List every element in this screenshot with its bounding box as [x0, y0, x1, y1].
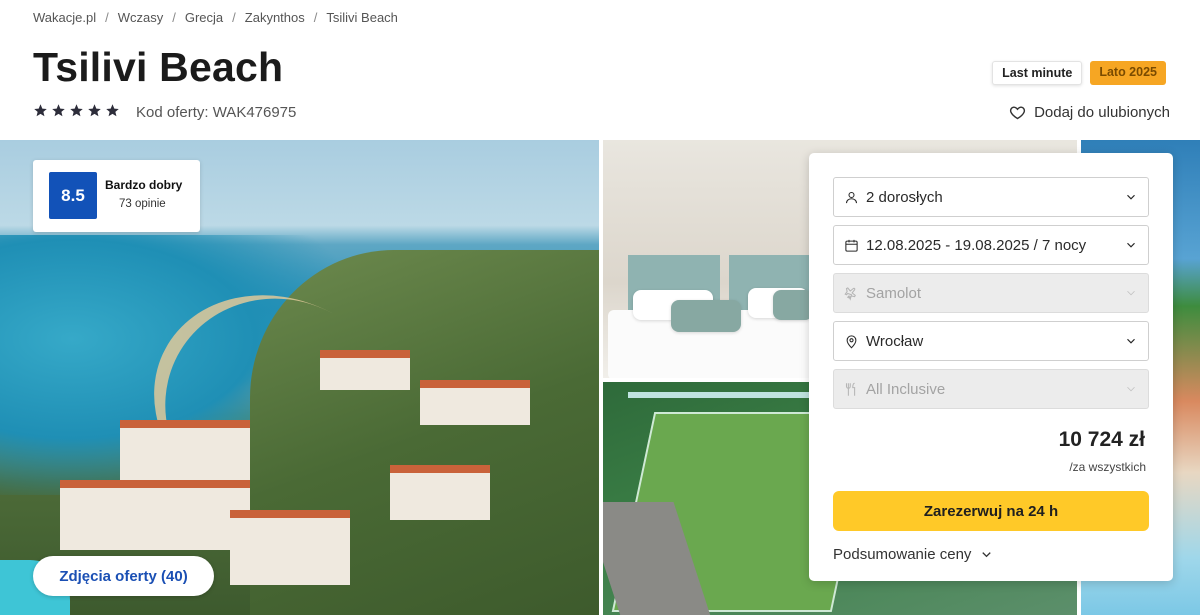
- rating-card[interactable]: 8.5 Bardzo dobry 73 opinie: [33, 160, 200, 232]
- plane-icon: [843, 285, 859, 301]
- chevron-down-icon: [1124, 238, 1138, 252]
- price-summary-label: Podsumowanie ceny: [833, 546, 972, 563]
- breadcrumb-item-region[interactable]: Zakynthos: [245, 10, 305, 25]
- total-price: 10 724 zł: [1058, 428, 1145, 451]
- reserve-button[interactable]: Zarezerwuj na 24 h: [833, 491, 1149, 531]
- board-value: All Inclusive: [866, 380, 946, 398]
- departure-value: Wrocław: [866, 332, 924, 350]
- person-icon: [843, 189, 859, 205]
- chevron-down-icon: [1124, 286, 1138, 300]
- transport-select: Samolot: [833, 273, 1149, 313]
- breadcrumb-item-wczasy[interactable]: Wczasy: [118, 10, 164, 25]
- price-summary-toggle[interactable]: Podsumowanie ceny: [833, 546, 994, 563]
- rating-label: Bardzo dobry: [105, 178, 183, 192]
- chevron-down-icon: [1124, 190, 1138, 204]
- star-icon: [34, 104, 47, 117]
- chevron-down-icon: [982, 552, 992, 558]
- add-to-favorites-label: Dodaj do ulubionych: [1034, 104, 1170, 121]
- photo-building: [390, 465, 490, 520]
- season-badge: Lato 2025: [1090, 61, 1166, 85]
- photo-pillow: [773, 290, 813, 320]
- chevron-down-icon: [1124, 382, 1138, 396]
- breadcrumb-item-home[interactable]: Wakacje.pl: [33, 10, 96, 25]
- chevron-down-icon: [1124, 334, 1138, 348]
- dates-select[interactable]: 12.08.2025 - 19.08.2025 / 7 nocy: [833, 225, 1149, 265]
- photo-building: [230, 510, 350, 585]
- travelers-value: 2 dorosłych: [866, 188, 943, 206]
- offer-code: Kod oferty: WAK476975: [136, 104, 297, 121]
- star-icon: [52, 104, 65, 117]
- star-icon: [88, 104, 101, 117]
- add-to-favorites-button[interactable]: Dodaj do ulubionych: [1009, 104, 1170, 121]
- transport-value: Samolot: [866, 284, 922, 302]
- board-select: All Inclusive: [833, 369, 1149, 409]
- offer-badges: Last minute Lato 2025: [992, 61, 1166, 85]
- departure-select[interactable]: Wrocław: [833, 321, 1149, 361]
- calendar-icon: [843, 237, 859, 253]
- breadcrumb-item-country[interactable]: Grecja: [185, 10, 223, 25]
- booking-panel: 2 dorosłych 12.08.2025 - 19.08.2025 / 7 …: [809, 153, 1173, 581]
- star-rating: [33, 103, 120, 118]
- offer-photos-button[interactable]: Zdjęcia oferty (40): [33, 556, 214, 596]
- breadcrumb-separator: /: [232, 10, 236, 25]
- page-title: Tsilivi Beach: [33, 44, 284, 90]
- last-minute-badge: Last minute: [992, 61, 1083, 85]
- travelers-select[interactable]: 2 dorosłych: [833, 177, 1149, 217]
- breadcrumb: Wakacje.pl / Wczasy / Grecja / Zakynthos…: [33, 10, 398, 25]
- breadcrumb-separator: /: [313, 10, 318, 25]
- star-icon: [70, 104, 83, 117]
- location-pin-icon: [843, 333, 859, 349]
- star-icon: [106, 104, 119, 117]
- photo-building: [120, 420, 250, 480]
- cutlery-icon: [843, 381, 859, 397]
- price-note: /za wszystkich: [1069, 460, 1146, 474]
- photo-pillow: [671, 300, 741, 332]
- breadcrumb-item-hotel[interactable]: Tsilivi Beach: [326, 10, 398, 25]
- photo-building: [60, 480, 250, 550]
- rating-score: 8.5: [49, 172, 97, 219]
- dates-value: 12.08.2025 - 19.08.2025 / 7 nocy: [866, 236, 1087, 254]
- photo-building: [420, 380, 530, 425]
- heart-icon: [1010, 106, 1026, 120]
- breadcrumb-separator: /: [172, 10, 176, 25]
- review-count: 73 opinie: [119, 198, 166, 210]
- photo-building: [320, 350, 410, 390]
- breadcrumb-separator: /: [105, 10, 109, 25]
